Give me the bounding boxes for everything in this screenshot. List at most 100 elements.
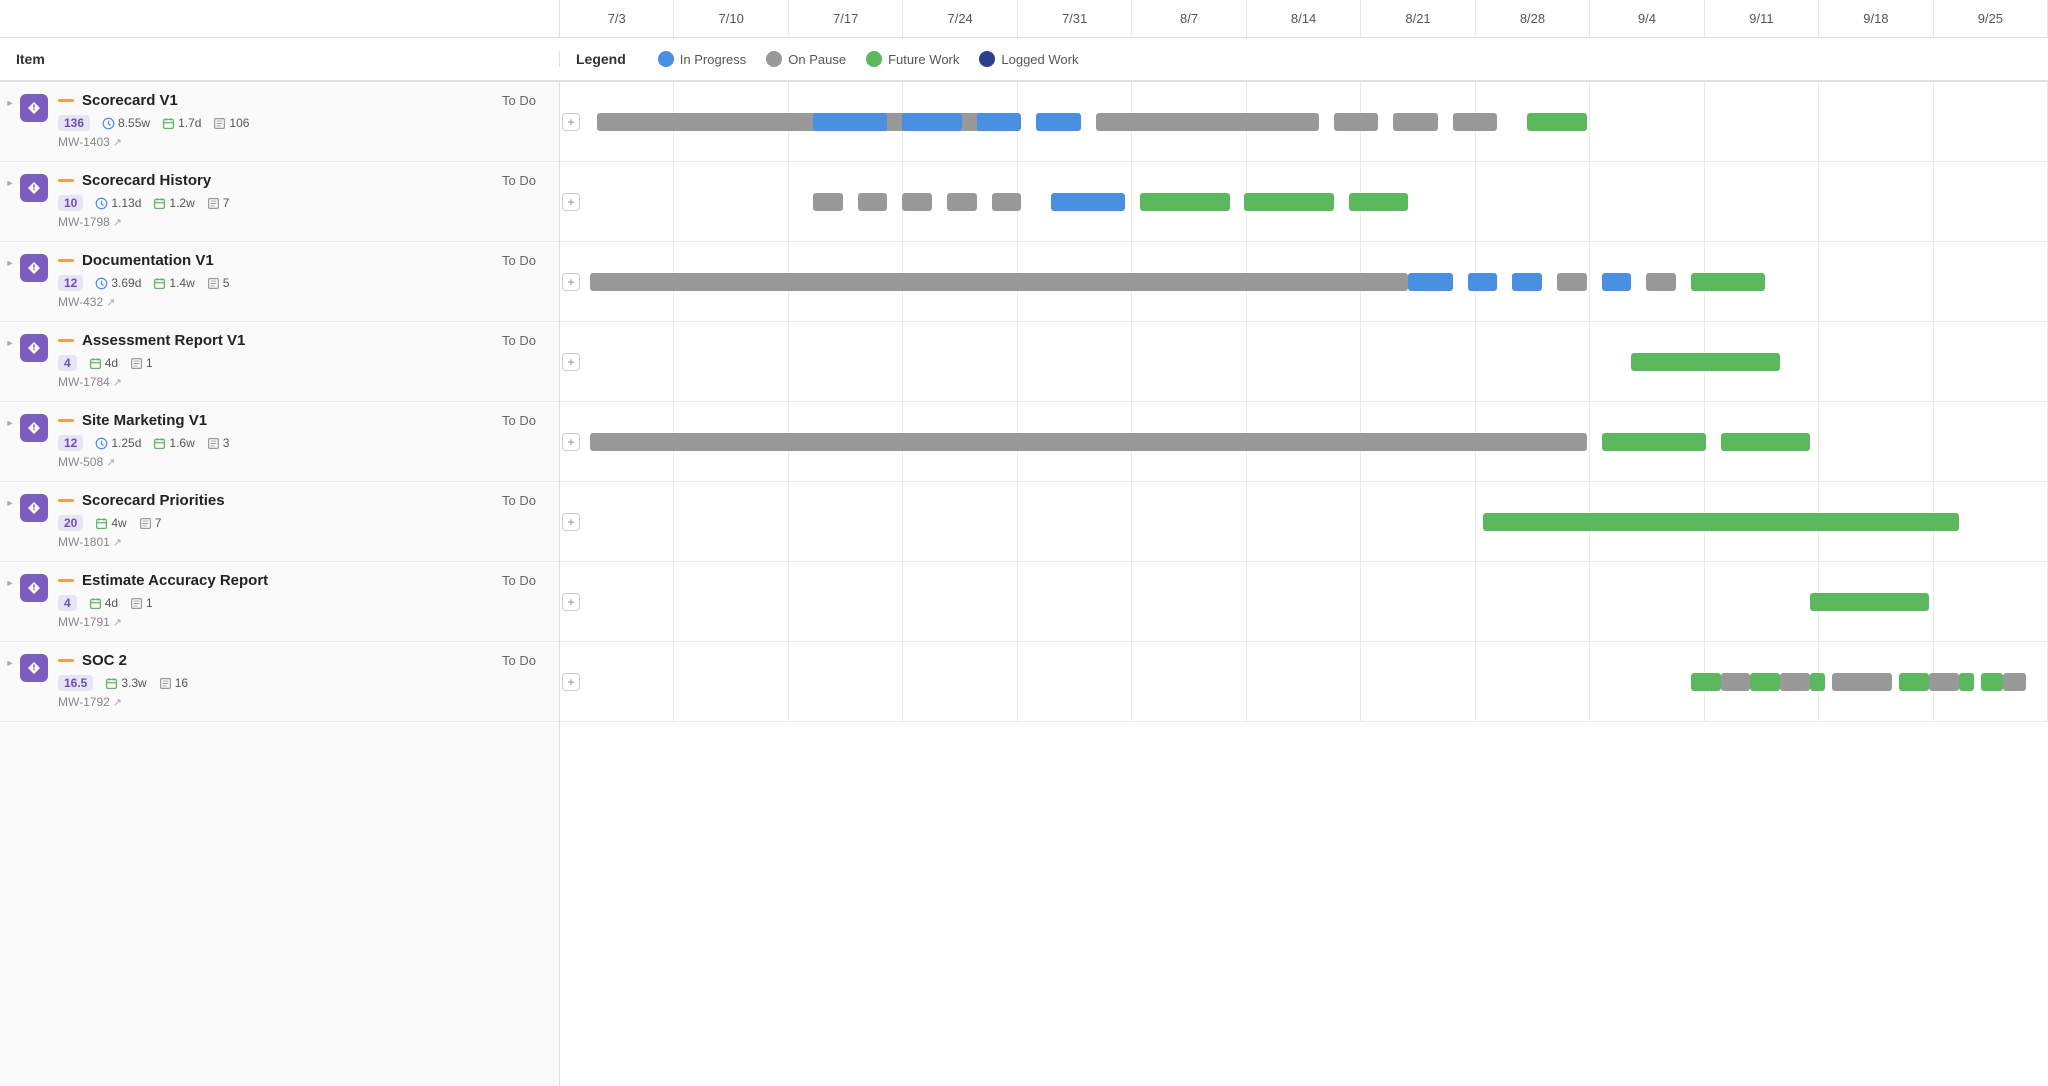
bar-soc-2-6: [1899, 673, 1929, 691]
gantt-grid-col: [1476, 162, 1590, 241]
legend-dot-in-progress: [658, 51, 674, 67]
gantt-grid-col: [1705, 562, 1819, 641]
priority-bar-assessment-report-v1: [58, 339, 74, 342]
item-icon-soc-2: [20, 654, 48, 682]
item-name-scorecard-v1: Scorecard V1: [58, 92, 178, 109]
bar-soc-2-9: [1981, 673, 2003, 691]
date-col-9-18: 9/18: [1819, 0, 1933, 37]
external-link-icon: ↗: [106, 456, 115, 469]
meta-badge-scorecard-v1: 136: [58, 115, 90, 131]
expand-btn-site-marketing-v1[interactable]: ►: [0, 412, 20, 471]
priority-bar-documentation-v1: [58, 259, 74, 262]
meta-calendar-estimate-accuracy-report: 4d: [89, 596, 118, 610]
date-header: 7/37/107/177/247/318/78/148/218/289/49/1…: [0, 0, 2048, 38]
gantt-grid-col: [903, 322, 1017, 401]
meta-badge-estimate-accuracy-report: 4: [58, 595, 77, 611]
add-btn-scorecard-history[interactable]: +: [562, 193, 580, 211]
item-name-assessment-report-v1: Assessment Report V1: [58, 332, 245, 349]
external-link-icon: ↗: [113, 136, 122, 149]
bar-scorecard-v1-8: [1096, 113, 1319, 131]
legend-area: Legend In ProgressOn PauseFuture WorkLog…: [560, 51, 2048, 67]
bar-documentation-v1-4: [1557, 273, 1587, 291]
gantt-grid-col: [674, 162, 788, 241]
add-btn-documentation-v1[interactable]: +: [562, 273, 580, 291]
expand-btn-assessment-report-v1[interactable]: ►: [0, 332, 20, 391]
item-ticket-scorecard-v1[interactable]: MW-1403 ↗: [58, 135, 548, 149]
add-btn-site-marketing-v1[interactable]: +: [562, 433, 580, 451]
left-row-site-marketing-v1: ►Site Marketing V1To Do121.25d1.6w3MW-50…: [0, 402, 560, 482]
expand-btn-scorecard-history[interactable]: ►: [0, 172, 20, 231]
item-column-header: Item: [0, 51, 560, 67]
gantt-grid-col: [1247, 642, 1361, 721]
gantt-grid-col: [1132, 322, 1246, 401]
add-btn-scorecard-priorities[interactable]: +: [562, 513, 580, 531]
item-name-scorecard-history: Scorecard History: [58, 172, 211, 189]
gantt-grid-col: [1476, 642, 1590, 721]
meta-calendar-scorecard-priorities: 4w: [95, 516, 126, 530]
meta-calendar-scorecard-v1: 1.7d: [162, 116, 201, 130]
meta-clock-site-marketing-v1: 1.25d: [95, 436, 141, 450]
item-icon-assessment-report-v1: [20, 334, 48, 362]
left-row-scorecard-v1: ►Scorecard V1To Do1368.55w1.7d106MW-1403…: [0, 82, 560, 162]
meta-calendar-scorecard-history: 1.2w: [153, 196, 194, 210]
meta-calendar-soc-2: 3.3w: [105, 676, 146, 690]
meta-calendar-site-marketing-v1: 1.6w: [153, 436, 194, 450]
item-ticket-scorecard-history[interactable]: MW-1798 ↗: [58, 215, 548, 229]
gantt-grid-col: [1590, 562, 1704, 641]
add-btn-estimate-accuracy-report[interactable]: +: [562, 593, 580, 611]
add-btn-soc-2[interactable]: +: [562, 673, 580, 691]
main-content: ►Scorecard V1To Do1368.55w1.7d106MW-1403…: [0, 82, 2048, 1086]
bar-documentation-v1-2: [1468, 273, 1498, 291]
left-row-scorecard-priorities: ► Scorecard PrioritiesTo Do204w7MW-1801 ↗: [0, 482, 560, 562]
gantt-grid-soc-2: [560, 642, 2048, 721]
gantt-grid-assessment-report-v1: [560, 322, 2048, 401]
item-meta-assessment-report-v1: 44d1: [58, 355, 548, 371]
item-ticket-documentation-v1[interactable]: MW-432 ↗: [58, 295, 548, 309]
expand-btn-soc-2[interactable]: ►: [0, 652, 20, 711]
bar-soc-2-5: [1832, 673, 1892, 691]
expand-btn-scorecard-v1[interactable]: ►: [0, 92, 20, 151]
date-col-9-25: 9/25: [1934, 0, 2048, 37]
legend-dot-logged-work: [979, 51, 995, 67]
item-content-scorecard-priorities: Scorecard PrioritiesTo Do204w7MW-1801 ↗: [58, 492, 548, 551]
legend-item-in-progress: In Progress: [658, 51, 746, 67]
gantt-grid-col: [674, 482, 788, 561]
gantt-row-site-marketing-v1: +: [560, 402, 2048, 482]
gantt-grid-col: [1018, 482, 1132, 561]
bar-scorecard-history-7: [1244, 193, 1333, 211]
gantt-grid-col: [1361, 642, 1475, 721]
item-name-soc-2: SOC 2: [58, 652, 127, 669]
bar-soc-2-7: [1929, 673, 1959, 691]
bar-scorecard-v1-6: [977, 113, 1022, 131]
date-col-8-14: 8/14: [1247, 0, 1361, 37]
legend-title: Legend: [576, 51, 626, 67]
item-ticket-site-marketing-v1[interactable]: MW-508 ↗: [58, 455, 548, 469]
item-ticket-assessment-report-v1[interactable]: MW-1784 ↗: [58, 375, 548, 389]
item-ticket-scorecard-priorities[interactable]: MW-1801 ↗: [58, 535, 548, 549]
expand-btn-scorecard-priorities[interactable]: ►: [0, 492, 20, 551]
gantt-grid-col: [1018, 642, 1132, 721]
item-ticket-soc-2[interactable]: MW-1792 ↗: [58, 695, 548, 709]
item-meta-soc-2: 16.53.3w16: [58, 675, 548, 691]
bar-scorecard-v1-9: [1334, 113, 1379, 131]
expand-btn-documentation-v1[interactable]: ►: [0, 252, 20, 311]
left-panel: ►Scorecard V1To Do1368.55w1.7d106MW-1403…: [0, 82, 560, 1086]
gantt-grid-col: [1018, 562, 1132, 641]
add-btn-scorecard-v1[interactable]: +: [562, 113, 580, 131]
bar-soc-2-0: [1691, 673, 1721, 691]
add-btn-assessment-report-v1[interactable]: +: [562, 353, 580, 371]
bar-scorecard-v1-7: [1036, 113, 1081, 131]
gantt-grid-col: [1132, 562, 1246, 641]
gantt-grid-col: [1132, 482, 1246, 561]
bar-documentation-v1-5: [1602, 273, 1632, 291]
gantt-grid-col: [1705, 82, 1819, 161]
gantt-row-scorecard-priorities: +: [560, 482, 2048, 562]
gantt-grid-col: [903, 642, 1017, 721]
item-meta-site-marketing-v1: 121.25d1.6w3: [58, 435, 548, 451]
gantt-grid-col: [1819, 82, 1933, 161]
expand-btn-estimate-accuracy-report[interactable]: ►: [0, 572, 20, 631]
item-status-scorecard-priorities: To Do: [502, 493, 536, 508]
gantt-grid-col: [789, 482, 903, 561]
item-ticket-estimate-accuracy-report[interactable]: MW-1791 ↗: [58, 615, 548, 629]
left-row-scorecard-history: ►Scorecard HistoryTo Do101.13d1.2w7MW-17…: [0, 162, 560, 242]
